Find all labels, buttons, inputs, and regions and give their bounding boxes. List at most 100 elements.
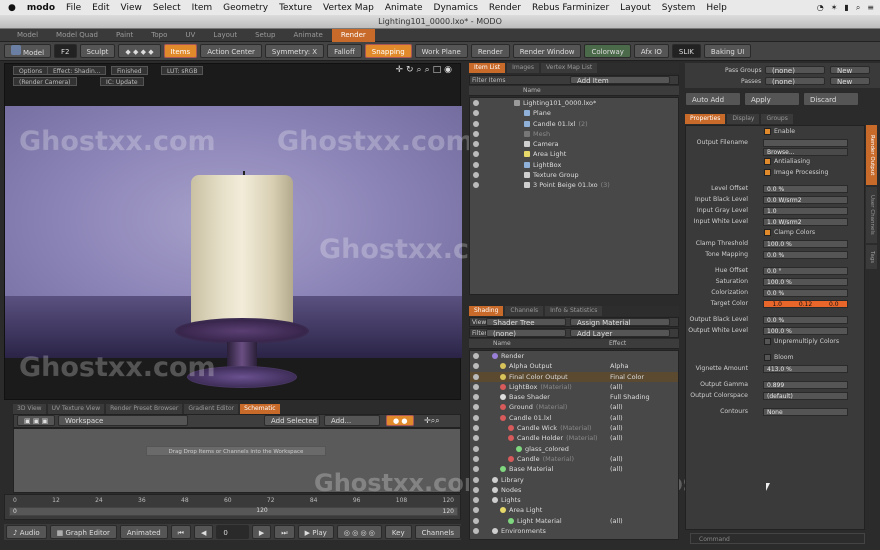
menu-icon[interactable]: ≡ bbox=[867, 3, 874, 12]
vp-ic-button[interactable]: IC: Update bbox=[100, 77, 144, 86]
itemlist-tab-item-list[interactable]: Item List bbox=[469, 63, 506, 73]
output-gamma-field[interactable]: 0.899 bbox=[763, 381, 848, 389]
colorway-button[interactable]: Colorway bbox=[584, 44, 631, 58]
falloff-dropdown[interactable]: Falloff bbox=[327, 44, 362, 58]
antialiasing-checkbox[interactable] bbox=[764, 158, 771, 165]
animated-dropdown[interactable]: Animated bbox=[119, 525, 168, 539]
apply-button[interactable]: Apply bbox=[744, 92, 800, 106]
timeline-range[interactable]: 0 120 120 bbox=[9, 507, 458, 516]
shader-row[interactable]: Base Shader Full Shading bbox=[470, 392, 678, 402]
output-filename-field[interactable] bbox=[763, 139, 848, 147]
level-offset-field[interactable]: 0.0 % bbox=[763, 185, 848, 193]
contours-dropdown[interactable]: None bbox=[763, 408, 848, 416]
target-color-field[interactable]: 1.0 0.12 0.0 bbox=[763, 300, 848, 308]
shader-row[interactable]: LightBox (Material) (all) bbox=[470, 382, 678, 392]
battery-icon[interactable]: ▮ bbox=[844, 3, 848, 12]
visibility-icon[interactable] bbox=[473, 151, 479, 158]
colorization-field[interactable]: 0.0 % bbox=[763, 289, 848, 297]
next-frame-button[interactable]: ▶ bbox=[251, 525, 272, 539]
model-button[interactable]: Model bbox=[4, 44, 52, 58]
visibility-icon[interactable] bbox=[473, 466, 479, 473]
shading-tab-info-statistics[interactable]: Info & Statistics bbox=[545, 306, 603, 316]
layout-tab-uv[interactable]: UV bbox=[176, 29, 204, 42]
add-item-dropdown[interactable]: Add Item bbox=[570, 76, 670, 85]
frame-field[interactable]: 0 bbox=[216, 525, 249, 539]
output-colorspace-dropdown[interactable]: (default) bbox=[763, 392, 848, 400]
filter-dropdown[interactable]: (none) bbox=[486, 329, 566, 338]
item-row[interactable]: Candle 01.lxl (2) bbox=[470, 119, 678, 129]
layout-tab-paint[interactable]: Paint bbox=[107, 29, 142, 42]
props-tab-groups[interactable]: Groups bbox=[761, 114, 793, 124]
menu-rebus-farminizer[interactable]: Rebus Farminizer bbox=[532, 3, 609, 13]
menu-dynamics[interactable]: Dynamics bbox=[434, 3, 478, 13]
sculpt-button[interactable]: Sculpt bbox=[79, 44, 116, 58]
visibility-icon[interactable] bbox=[473, 476, 479, 483]
vp-lut-button[interactable]: LUT: sRGB bbox=[161, 66, 204, 75]
clamp-colors-checkbox[interactable] bbox=[764, 229, 771, 236]
item-row[interactable]: Lighting101_0000.lxo* bbox=[470, 98, 678, 108]
menu-modo[interactable]: modo bbox=[27, 3, 55, 13]
baking-ui-button[interactable]: Baking UI bbox=[703, 44, 752, 58]
props-tab-properties[interactable]: Properties bbox=[685, 114, 726, 124]
audio-button[interactable]: ♪ Audio bbox=[6, 525, 47, 539]
search-icon[interactable]: ⌕ bbox=[856, 3, 860, 13]
visibility-icon[interactable] bbox=[473, 497, 479, 504]
item-row[interactable]: 3 Point Beige 01.lxo (3) bbox=[470, 180, 678, 190]
symmetry-dropdown[interactable]: Symmetry: X bbox=[264, 44, 325, 58]
assign-material-button[interactable]: Assign Material bbox=[570, 318, 670, 327]
shader-row[interactable]: Render bbox=[470, 351, 678, 361]
visibility-icon[interactable] bbox=[473, 507, 479, 514]
menu-geometry[interactable]: Geometry bbox=[223, 3, 268, 13]
shader-row[interactable]: Candle 01.lxl (all) bbox=[470, 413, 678, 423]
visibility-icon[interactable] bbox=[473, 363, 479, 370]
f2-button[interactable]: F2 bbox=[54, 44, 77, 58]
side-tab-render-output[interactable]: Render Output bbox=[866, 125, 877, 185]
prev-key-button[interactable]: ⏮ bbox=[170, 525, 191, 539]
shader-row[interactable]: Base Material (all) bbox=[470, 464, 678, 474]
visibility-icon[interactable] bbox=[473, 373, 479, 380]
auto-add-button[interactable]: Auto Add bbox=[685, 92, 741, 106]
menu-render[interactable]: Render bbox=[489, 3, 521, 13]
passes-dropdown[interactable]: (none) bbox=[765, 77, 825, 86]
shader-row[interactable]: glass_colored bbox=[470, 444, 678, 454]
browse-button[interactable]: Browse... bbox=[763, 148, 848, 156]
visibility-icon[interactable] bbox=[473, 100, 479, 106]
graph-editor-button[interactable]: ▦ Graph Editor bbox=[49, 525, 117, 539]
layout-tab-model-quad[interactable]: Model Quad bbox=[47, 29, 107, 42]
wifi-icon[interactable]: ◔ bbox=[817, 3, 824, 12]
layout-tab-layout[interactable]: Layout bbox=[204, 29, 246, 42]
bloom-checkbox[interactable] bbox=[764, 354, 771, 361]
schematic-tools[interactable]: ▣ ▣ ▣ bbox=[17, 415, 56, 426]
shader-row[interactable]: Candle Holder (Material) (all) bbox=[470, 433, 678, 443]
visibility-icon[interactable] bbox=[473, 394, 479, 401]
pass-groups-dropdown[interactable]: (none) bbox=[765, 66, 825, 75]
schematic-toggle[interactable]: ● ● bbox=[386, 415, 415, 426]
render-window-button[interactable]: Render Window bbox=[512, 44, 582, 58]
menu-item[interactable]: Item bbox=[192, 3, 213, 13]
visibility-icon[interactable] bbox=[473, 130, 479, 137]
shader-row[interactable]: Environments bbox=[470, 526, 678, 536]
key-button[interactable]: Key bbox=[384, 525, 412, 539]
props-tab-display[interactable]: Display bbox=[727, 114, 760, 124]
visibility-icon[interactable] bbox=[473, 404, 479, 411]
add-selected-button[interactable]: Add Selected bbox=[264, 415, 320, 426]
menu-animate[interactable]: Animate bbox=[385, 3, 423, 13]
layout-tab-animate[interactable]: Animate bbox=[284, 29, 331, 42]
bottom-tab-3d-view[interactable]: 3D View bbox=[13, 404, 46, 414]
bottom-tab-gradient-editor[interactable]: Gradient Editor bbox=[184, 404, 239, 414]
shader-row[interactable]: Library bbox=[470, 475, 678, 485]
menu-help[interactable]: Help bbox=[706, 3, 727, 13]
channels-button[interactable]: Channels bbox=[414, 525, 461, 539]
image-processing-checkbox[interactable] bbox=[764, 169, 771, 176]
bottom-tab-uv-texture-view[interactable]: UV Texture View bbox=[47, 404, 105, 414]
side-tab-user-channels[interactable]: User Channels bbox=[866, 187, 877, 243]
enable-checkbox[interactable] bbox=[764, 128, 771, 135]
input-white-field[interactable]: 1.0 W/srm2 bbox=[763, 218, 848, 226]
tone-mapping-field[interactable]: 0.0 % bbox=[763, 251, 848, 259]
visibility-icon[interactable] bbox=[473, 141, 479, 148]
work-plane-dropdown[interactable]: Work Plane bbox=[414, 44, 468, 58]
vignette-field[interactable]: 413.0 % bbox=[763, 365, 848, 373]
shader-row[interactable]: Candle Wick (Material) (all) bbox=[470, 423, 678, 433]
command-input[interactable]: Command bbox=[690, 533, 865, 544]
item-row[interactable]: Plane bbox=[470, 108, 678, 118]
